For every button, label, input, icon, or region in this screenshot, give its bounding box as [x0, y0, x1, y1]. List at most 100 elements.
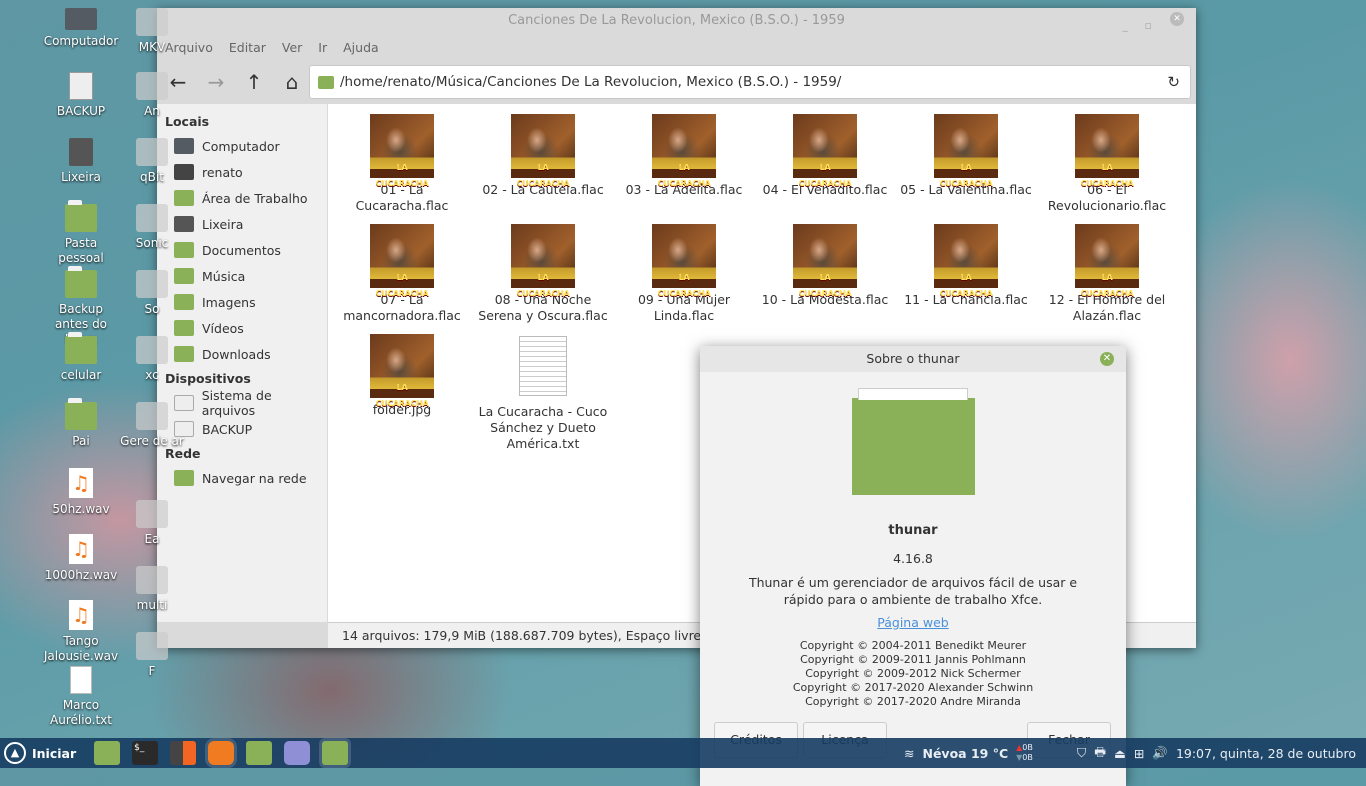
file-item[interactable]: LA CUCARACHA 05 - La Valentina.flac	[900, 114, 1032, 198]
minimize-button[interactable]: _	[1123, 13, 1129, 39]
sidebar-item-label: Sistema de arquivos	[201, 388, 272, 418]
desktop-icon[interactable]: celular	[41, 332, 121, 383]
thunar-folder-icon	[852, 388, 975, 495]
sidebar-item-label: Computador	[202, 138, 280, 154]
maximize-button[interactable]: ▫	[1145, 13, 1152, 39]
menu-ir[interactable]: Ir	[318, 40, 327, 55]
cover-text: LA CUCARACHA	[657, 273, 711, 298]
clock[interactable]: 19:07, quinta, 28 de outubro	[1176, 746, 1356, 761]
app-icon	[136, 72, 168, 100]
file-item[interactable]: LA CUCARACHA 08 - Una Noche Serena y Oscu…	[477, 224, 609, 324]
desktop-icon[interactable]: ♫ Tango Jalousie.wav	[41, 600, 121, 664]
file-item[interactable]: La Cucaracha - Cuco Sánchez y Dueto Amér…	[477, 334, 609, 452]
folder-window-icon[interactable]	[246, 741, 273, 765]
file-item[interactable]: LA CUCARACHA 09 - Una Mujer Linda.flac	[618, 224, 750, 324]
desktop-icon-label: Lixeira	[61, 170, 101, 184]
file-item[interactable]: LA CUCARACHA folder.jpg	[336, 334, 468, 418]
close-button[interactable]: ✕	[1170, 12, 1184, 26]
album-cover-thumbnail: LA CUCARACHA	[652, 114, 716, 188]
desktop-icon[interactable]: So	[112, 270, 192, 317]
desktop-icon-label: MKV	[138, 40, 166, 54]
desktop-icon[interactable]: Pasta pessoal	[41, 200, 121, 266]
home-icon[interactable]: ⌂	[279, 70, 305, 94]
desktop-icon-label: Ea	[144, 532, 160, 546]
desktop-icon[interactable]: qBit	[112, 138, 192, 185]
sidebar-item-label: renato	[202, 164, 243, 180]
desktop-icon[interactable]: MKV	[112, 8, 192, 55]
menu-ver[interactable]: Ver	[282, 40, 302, 55]
printer-icon[interactable]: 🖶	[1094, 743, 1106, 764]
file-item[interactable]: LA CUCARACHA 11 - La Chancla.flac	[900, 224, 1032, 308]
website-link[interactable]: Página web	[700, 615, 1126, 630]
desktop-icon[interactable]: Sonic	[112, 204, 192, 251]
menu-ajuda[interactable]: Ajuda	[343, 40, 379, 55]
desktop-icon[interactable]: Lixeira	[41, 138, 121, 185]
sidebar-item-label: Imagens	[202, 294, 256, 310]
fog-icon: ≋	[904, 745, 915, 761]
desktop-icon-label: multi	[136, 598, 168, 612]
menu-editar[interactable]: Editar	[229, 40, 266, 55]
file-item[interactable]: LA CUCARACHA 12 - El Hombre del Alazán.fl…	[1041, 224, 1173, 324]
up-arrow-icon[interactable]: ↑	[241, 70, 267, 94]
copyright-line: Copyright © 2017-2020 Alexander Schwinn	[792, 681, 1034, 694]
file-item[interactable]: LA CUCARACHA 01 - La Cucaracha.flac	[336, 114, 468, 214]
file-item[interactable]: LA CUCARACHA 07 - La mancornadora.flac	[336, 224, 468, 324]
copyright-line: Copyright © 2017-2020 Andre Miranda	[805, 695, 1021, 708]
terminal-icon[interactable]: $_	[132, 741, 159, 765]
shield-icon[interactable]: ⛉	[1077, 745, 1086, 761]
sidebar-item-label: Navegar na rede	[202, 470, 307, 486]
title-bar[interactable]: Canciones De La Revolucion, Mexico (B.S.…	[157, 8, 1196, 34]
sidebar-item[interactable]: Navegar na rede	[157, 465, 327, 491]
desktop-icon[interactable]: An	[112, 72, 192, 119]
desktop-icon-label: Tango Jalousie.wav	[43, 634, 119, 663]
desktop-icon[interactable]: ♫ 50hz.wav	[41, 468, 121, 517]
home-icon	[65, 200, 97, 232]
file-item[interactable]: LA CUCARACHA 04 - El Venadito.flac	[759, 114, 891, 198]
app-description: Thunar é um gerenciador de arquivos fáci…	[748, 575, 1078, 607]
dialog-title-bar[interactable]: Sobre o thunar ✕	[700, 346, 1126, 372]
calculator-icon[interactable]	[170, 741, 197, 765]
network-icon[interactable]: ⊞	[1134, 746, 1144, 761]
folder-icon	[174, 320, 194, 336]
firefox-icon[interactable]	[205, 738, 238, 768]
dialog-close-icon[interactable]: ✕	[1100, 352, 1114, 366]
desktop-icon[interactable]: BACKUP	[41, 72, 121, 119]
file-item[interactable]: LA CUCARACHA 02 - La Cautela.flac	[477, 114, 609, 198]
desktop-icon[interactable]: xc	[112, 336, 192, 383]
volume-icon[interactable]: 🔊	[1152, 745, 1168, 761]
desktop-icon[interactable]: ♫ 1000hz.wav	[41, 534, 121, 583]
drive-icon	[69, 72, 93, 100]
download-speed: 0B	[1022, 753, 1033, 762]
forward-arrow-icon[interactable]: →	[203, 70, 229, 94]
desktop-icon[interactable]: multi	[112, 566, 192, 613]
cover-text: LA CUCARACHA	[657, 163, 711, 188]
cover-text: LA CUCARACHA	[939, 273, 993, 298]
desktop-icon[interactable]: Marco Aurélio.txt	[41, 666, 121, 728]
location-path: /home/renato/Música/Canciones De La Revo…	[340, 74, 842, 90]
menu-bar: Arquivo Editar Ver Ir Ajuda	[157, 34, 1196, 60]
thunar-window-icon[interactable]	[319, 738, 352, 768]
album-cover-thumbnail: LA CUCARACHA	[934, 224, 998, 298]
upload-speed: 0B	[1022, 743, 1033, 752]
weather-label[interactable]: Névoa 19 °C	[922, 746, 1008, 761]
removable-drive-icon[interactable]: ⏏	[1114, 746, 1126, 761]
desktop-icon-label: Pasta pessoal	[58, 236, 104, 265]
text-editor-icon[interactable]	[284, 741, 311, 765]
file-item[interactable]: LA CUCARACHA 06 - El Revolucionario.flac	[1041, 114, 1173, 214]
desktop-icon[interactable]: Ea	[112, 500, 192, 547]
file-item[interactable]: LA CUCARACHA 10 - La Modesta.flac	[759, 224, 891, 308]
desktop-icon[interactable]: Gere de ar	[112, 402, 192, 449]
desktop-icon[interactable]: F	[112, 632, 192, 679]
app-icon	[136, 138, 168, 166]
txt-icon	[70, 666, 92, 694]
desktop-icon[interactable]: Pai	[41, 398, 121, 449]
mint-menu-icon[interactable]: ▲	[4, 742, 26, 764]
file-item[interactable]: LA CUCARACHA 03 - La Adelita.flac	[618, 114, 750, 198]
location-bar[interactable]: /home/renato/Música/Canciones De La Revo…	[309, 65, 1191, 99]
reload-icon[interactable]: ↻	[1167, 73, 1180, 91]
app-icon	[136, 632, 168, 660]
desktop-icon[interactable]: Computador	[41, 8, 121, 49]
files-launcher-icon[interactable]	[94, 741, 121, 765]
start-button[interactable]: Iniciar	[32, 746, 76, 761]
desktop-icon-label: Sonic	[135, 236, 169, 250]
